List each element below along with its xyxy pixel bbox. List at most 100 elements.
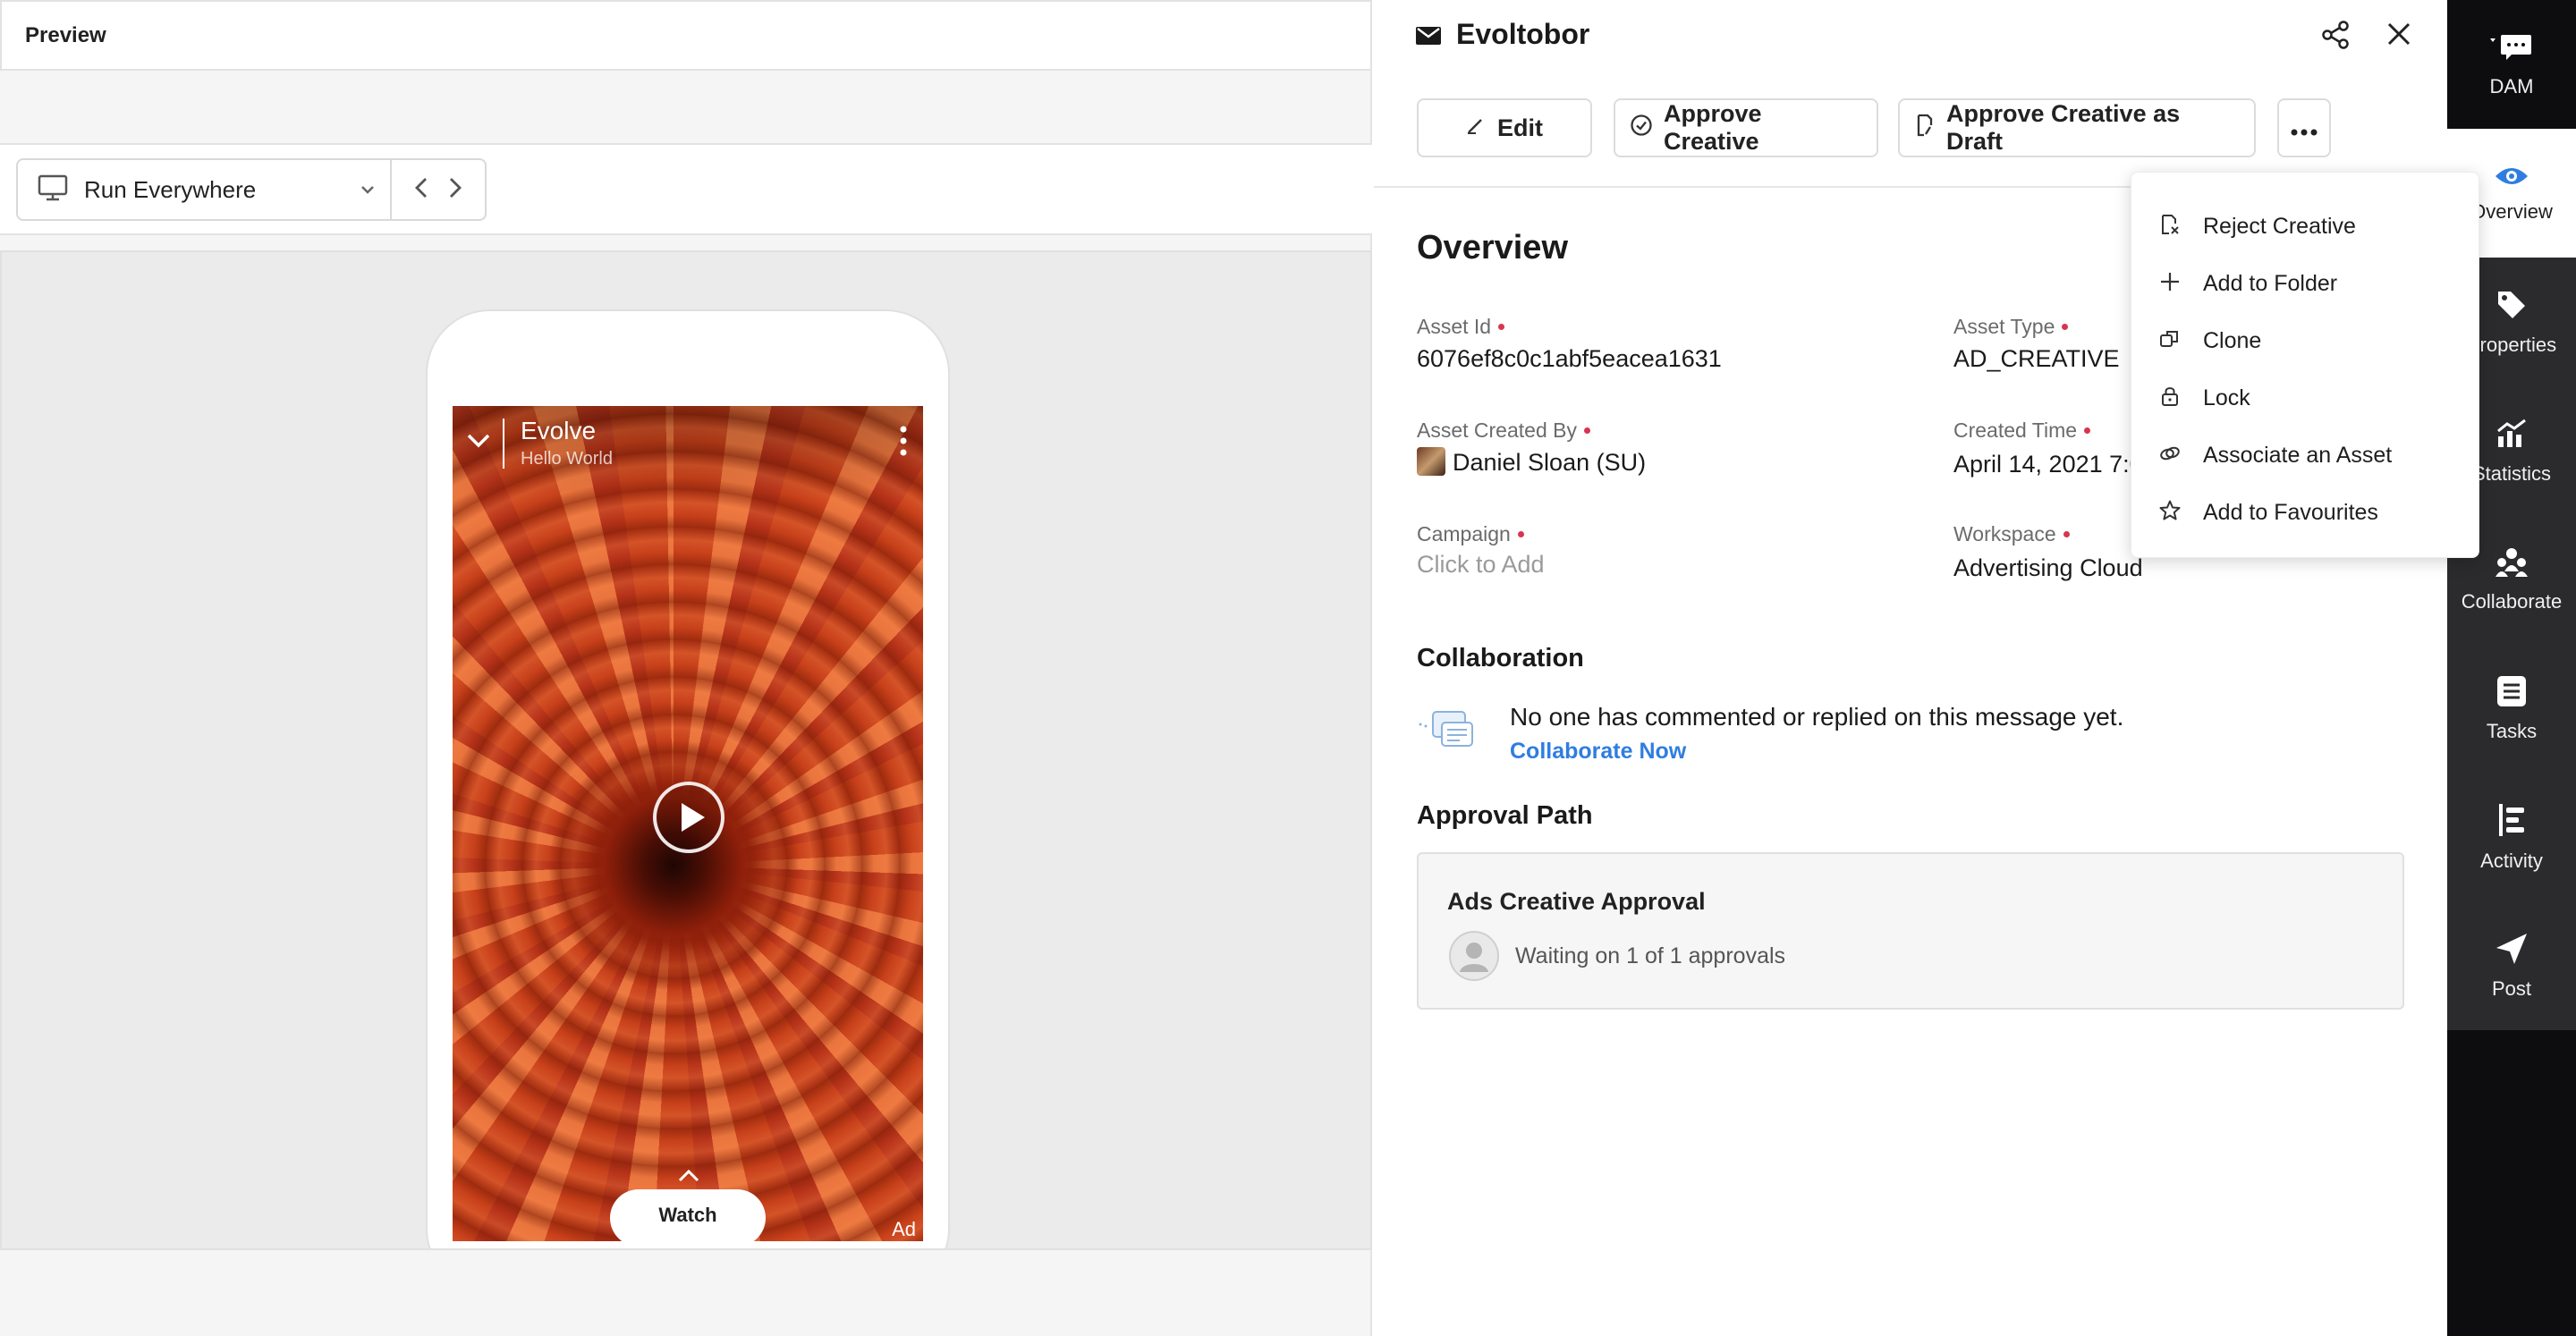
campaign-label-text: Campaign — [1417, 522, 1511, 545]
preview-header: Preview — [0, 0, 1372, 71]
more-actions-button[interactable] — [2277, 98, 2331, 157]
rail-label: Activity — [2480, 849, 2543, 872]
watch-button[interactable]: Watch — [610, 1189, 766, 1241]
campaign-field[interactable]: Click to Add — [1417, 551, 1545, 579]
chart-icon — [2495, 417, 2529, 455]
device-nav — [392, 175, 485, 205]
menu-item-label: Add to Favourites — [2203, 499, 2378, 525]
chevron-up-icon — [676, 1168, 701, 1188]
collaboration-heading: Collaboration — [1417, 644, 1584, 672]
asset-id-label-text: Asset Id — [1417, 315, 1492, 338]
device-select[interactable]: Run Everywhere — [16, 158, 487, 221]
close-icon[interactable] — [2385, 20, 2413, 53]
asset-type-label: Asset Type — [1953, 315, 2069, 339]
edit-button[interactable]: Edit — [1417, 98, 1592, 157]
menu-item-associate-asset[interactable]: Associate an Asset — [2131, 427, 2479, 484]
approve-creative-label: Approve Creative — [1664, 100, 1762, 155]
preview-title: Preview — [25, 22, 106, 47]
avatar — [1417, 447, 1445, 476]
rail-item-activity[interactable]: Activity — [2447, 773, 2576, 901]
rail-label: DAM — [2489, 74, 2534, 97]
approval-path-heading: Approval Path — [1417, 801, 1593, 830]
required-dot — [1583, 427, 1590, 434]
device-select-main[interactable]: Run Everywhere — [18, 160, 392, 219]
required-dot — [2084, 427, 2091, 434]
activity-icon — [2496, 802, 2528, 842]
chevron-down-icon[interactable] — [465, 431, 492, 455]
star-icon — [2158, 499, 2182, 527]
workspace-label: Workspace — [1953, 522, 2070, 546]
asset-id-label: Asset Id — [1417, 315, 1505, 339]
required-dot — [1517, 531, 1524, 537]
rail-label: Collaborate — [2461, 589, 2563, 613]
menu-item-clone[interactable]: Clone — [2131, 312, 2479, 369]
workspace-label-text: Workspace — [1953, 522, 2056, 545]
collaboration-empty-text: No one has commented or replied on this … — [1510, 703, 2124, 731]
plus-icon — [2158, 270, 2182, 298]
ad-label: Ad — [892, 1218, 916, 1240]
workspace-value: Advertising Cloud — [1953, 554, 2143, 581]
asset-type-value: AD_CREATIVE — [1953, 345, 2120, 372]
tag-icon — [2495, 288, 2529, 326]
chevron-left-icon[interactable] — [411, 175, 433, 205]
rail-item-post[interactable]: Post — [2447, 901, 2576, 1030]
menu-item-label: Reject Creative — [2203, 213, 2356, 239]
approve-draft-button[interactable]: Approve Creative as Draft — [1898, 98, 2256, 157]
asset-type-label-text: Asset Type — [1953, 315, 2055, 338]
lock-icon — [2158, 385, 2182, 412]
phone-ad-screen: Evolve Hello World Watch Ad — [453, 406, 923, 1241]
asset-id-value: 6076ef8c0c1abf5eacea1631 — [1417, 345, 1722, 372]
device-select-value: Run Everywhere — [84, 175, 257, 203]
mail-icon — [1415, 25, 1442, 51]
ad-subtitle: Hello World — [521, 449, 613, 469]
more-horizontal-icon — [2291, 114, 2318, 142]
required-dot — [1498, 324, 1505, 330]
draft-icon — [1914, 113, 1936, 144]
chat-icon — [2488, 31, 2535, 68]
edit-label: Edit — [1497, 114, 1543, 141]
created-by-value: Daniel Sloan (SU) — [1453, 449, 1647, 476]
monitor-icon — [38, 174, 68, 206]
people-icon — [2494, 546, 2529, 583]
comments-icon — [1415, 706, 1478, 761]
menu-item-add-to-favourites[interactable]: Add to Favourites — [2131, 484, 2479, 541]
pencil-icon — [1465, 114, 1487, 142]
menu-item-label: Associate an Asset — [2203, 442, 2393, 468]
approval-card[interactable]: Ads Creative Approval Waiting on 1 of 1 … — [1417, 852, 2404, 1010]
asset-title: Evoltobor — [1456, 18, 1590, 50]
kebab-icon[interactable] — [900, 426, 907, 461]
menu-item-label: Lock — [2203, 385, 2250, 410]
created-time-value: April 14, 2021 7:0 — [1953, 451, 2143, 478]
menu-item-lock[interactable]: Lock — [2131, 369, 2479, 427]
ad-divider — [503, 419, 504, 469]
required-dot — [2062, 324, 2069, 330]
detail-header: Evoltobor — [1374, 0, 2447, 72]
created-by-label: Asset Created By — [1417, 419, 1590, 443]
play-icon[interactable] — [653, 782, 724, 853]
clone-icon — [2158, 327, 2182, 355]
approve-draft-label: Approve Creative as Draft — [1946, 100, 2181, 155]
menu-item-label: Clone — [2203, 327, 2262, 353]
menu-item-add-to-folder[interactable]: Add to Folder — [2131, 255, 2479, 312]
rail-item-tasks[interactable]: Tasks — [2447, 644, 2576, 773]
chevron-right-icon[interactable] — [444, 175, 465, 205]
preview-pane: Preview Run Everywhere Evolve Hello Worl… — [0, 0, 1372, 1336]
required-dot — [2063, 531, 2070, 537]
created-time-label: Created Time — [1953, 419, 2091, 443]
created-time-label-text: Created Time — [1953, 419, 2078, 442]
approval-status: Waiting on 1 of 1 approvals — [1515, 943, 1786, 968]
rail-label: Statistics — [2471, 461, 2552, 485]
preview-stage: Evolve Hello World Watch Ad — [0, 250, 1372, 1250]
rail-label: Post — [2491, 977, 2532, 1000]
approve-creative-button[interactable]: Approve Creative — [1614, 98, 1878, 157]
eye-icon — [2494, 164, 2529, 193]
share-icon[interactable] — [2320, 20, 2351, 55]
menu-item-reject-creative[interactable]: Reject Creative — [2131, 198, 2479, 255]
action-bar: Edit Approve Creative Approve Creative a… — [1374, 72, 2447, 188]
rail-item-dam[interactable]: DAM — [2447, 0, 2576, 129]
chevron-down-icon — [358, 180, 377, 204]
link-icon — [2158, 442, 2182, 469]
collaborate-now-link[interactable]: Collaborate Now — [1510, 739, 1686, 765]
send-icon — [2495, 932, 2529, 970]
campaign-label: Campaign — [1417, 522, 1524, 546]
